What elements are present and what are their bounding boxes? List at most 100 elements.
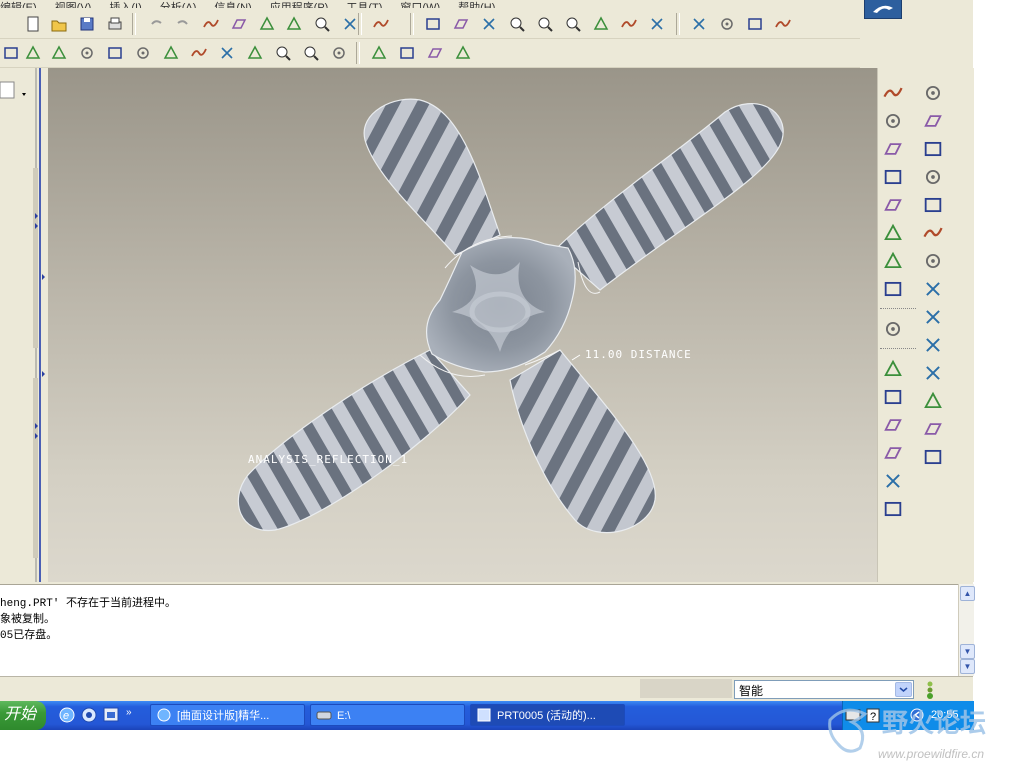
annotation-icon[interactable] [882, 318, 904, 340]
graphics-window[interactable]: 11.00 DISTANCE ANALYSIS_REFLECTION_1 [48, 68, 877, 582]
merge-icon[interactable] [922, 278, 944, 300]
intersect-icon[interactable] [882, 250, 904, 272]
paste-icon[interactable] [256, 13, 278, 35]
add-icon[interactable] [922, 418, 944, 440]
draft-analysis-icon[interactable] [0, 42, 22, 64]
find-icon[interactable] [311, 13, 333, 35]
menu-item[interactable]: 分析(A) [160, 2, 197, 9]
boundary-icon[interactable] [922, 194, 944, 216]
extrude-icon[interactable] [882, 358, 904, 380]
save-icon[interactable] [76, 13, 98, 35]
menu-item[interactable]: 应用程序(P) [270, 2, 329, 9]
wireframe-icon[interactable] [688, 13, 710, 35]
desktop-icon[interactable] [103, 707, 119, 722]
datum-axis-icon[interactable] [882, 110, 904, 132]
taskbar-button[interactable]: E:\ [310, 704, 465, 726]
model-view[interactable]: 11.00 DISTANCE ANALYSIS_REFLECTION_1 [48, 68, 877, 582]
layers-icon[interactable] [646, 13, 668, 35]
message-scrollbar[interactable]: ▲ ▼ ▼ [958, 584, 975, 676]
outlook-icon[interactable] [81, 707, 97, 723]
sketch-line-icon[interactable] [882, 194, 904, 216]
point-display-icon[interactable] [424, 42, 446, 64]
new-icon[interactable] [22, 13, 44, 35]
datum-plane-display-icon[interactable] [368, 42, 390, 64]
datum-display-icon[interactable] [478, 13, 500, 35]
draft-icon[interactable] [882, 414, 904, 436]
curvature-icon[interactable] [48, 42, 70, 64]
reflection-annotation[interactable]: ANALYSIS_REFLECTION_1 [248, 453, 408, 466]
extend-icon[interactable] [922, 334, 944, 356]
menu-item[interactable]: 编辑(E) [0, 2, 37, 9]
open-icon[interactable] [48, 13, 70, 35]
scroll-down-icon[interactable]: ▼ [960, 644, 975, 659]
refit-icon[interactable] [562, 13, 584, 35]
repaint-icon[interactable] [590, 13, 612, 35]
spline-icon[interactable] [882, 222, 904, 244]
menu-item[interactable]: 视图(V) [55, 2, 92, 9]
more-icon[interactable]: » [126, 707, 132, 718]
dropdown-arrow-icon[interactable] [22, 93, 26, 96]
pick-icon[interactable] [244, 42, 266, 64]
redo-icon[interactable] [172, 13, 194, 35]
scroll-down-icon[interactable]: ▼ [960, 659, 975, 674]
blend-icon[interactable] [922, 166, 944, 188]
pattern-icon[interactable] [922, 222, 944, 244]
distance-annotation[interactable]: 11.00 DISTANCE [585, 348, 692, 361]
print-icon[interactable] [104, 13, 126, 35]
copy-icon[interactable] [228, 13, 250, 35]
no-hidden-icon[interactable] [744, 13, 766, 35]
measure-icon[interactable] [216, 42, 238, 64]
datum-plane-icon[interactable] [882, 166, 904, 188]
shade-analysis-icon[interactable] [104, 42, 126, 64]
csys-display-icon[interactable] [452, 42, 474, 64]
round-icon[interactable] [882, 470, 904, 492]
taskbar-button[interactable]: PRT0005 (活动的)... [470, 704, 625, 726]
saved-views-icon[interactable] [618, 13, 640, 35]
section-icon[interactable] [22, 42, 44, 64]
select-box-icon[interactable] [370, 13, 392, 35]
menu-item[interactable]: 信息(N) [214, 2, 251, 9]
ie-icon[interactable]: e [59, 707, 75, 723]
model-tree-icon[interactable] [0, 81, 15, 99]
menu-item[interactable]: 插入(I) [109, 2, 141, 9]
rotate-icon[interactable] [922, 110, 944, 132]
spin-center-icon[interactable] [422, 13, 444, 35]
zoom-in-icon[interactable] [506, 13, 528, 35]
datum-point-icon[interactable] [882, 82, 904, 104]
dihedral-icon[interactable] [160, 42, 182, 64]
traffic-light-icon[interactable] [922, 680, 938, 700]
taskbar-button[interactable]: [曲面设计版]精华... [150, 704, 305, 726]
inspect-icon[interactable] [272, 42, 294, 64]
axis-display-icon[interactable] [396, 42, 418, 64]
orient-icon[interactable] [450, 13, 472, 35]
cylinder-icon[interactable] [922, 446, 944, 468]
datum-curve-icon[interactable] [882, 138, 904, 160]
scroll-up-icon[interactable]: ▲ [960, 586, 975, 601]
menu-item[interactable]: 窗口(W) [400, 2, 440, 9]
offset-icon[interactable] [132, 42, 154, 64]
hidden-line-icon[interactable] [716, 13, 738, 35]
rib-icon[interactable] [882, 442, 904, 464]
shading-icon[interactable] [772, 13, 794, 35]
sweep-icon[interactable] [922, 138, 944, 160]
thicken-icon[interactable] [922, 362, 944, 384]
solidify-icon[interactable] [922, 390, 944, 412]
chamfer-icon[interactable] [882, 498, 904, 520]
selection-filter[interactable]: 智能 [734, 680, 914, 699]
cut-icon[interactable] [200, 13, 222, 35]
offset-point-icon[interactable] [882, 278, 904, 300]
zoom-out-icon[interactable] [534, 13, 556, 35]
coord-icon[interactable] [922, 82, 944, 104]
chevron-down-icon[interactable] [895, 682, 912, 697]
reflection-icon[interactable] [76, 42, 98, 64]
ruler-icon[interactable] [188, 42, 210, 64]
copy-surface-icon[interactable] [922, 250, 944, 272]
close-window-icon[interactable] [328, 42, 350, 64]
shell-icon[interactable] [882, 386, 904, 408]
undo-icon[interactable] [145, 13, 167, 35]
menu-item[interactable]: 工具(T) [346, 2, 382, 9]
start-button[interactable]: 开始 [0, 701, 46, 730]
menu-item[interactable]: 帮助(H) [458, 2, 495, 9]
four-arm-part[interactable] [237, 98, 784, 534]
trim-icon[interactable] [922, 306, 944, 328]
